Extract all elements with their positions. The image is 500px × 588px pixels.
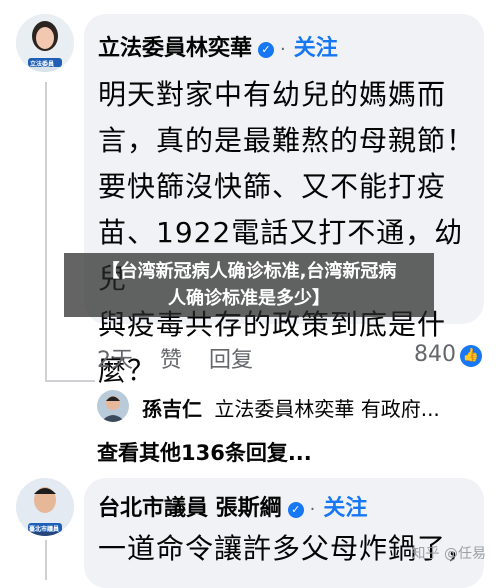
author-name[interactable]: 立法委員林奕華 bbox=[98, 36, 252, 61]
author-name[interactable]: 台北市議員 張斯綱 bbox=[98, 496, 282, 521]
thumbs-up-icon: 👍 bbox=[460, 345, 482, 367]
avatar[interactable]: 臺北市議員 bbox=[16, 478, 74, 536]
watermark: 知乎 @任易 bbox=[411, 546, 486, 562]
follow-button[interactable]: 关注 bbox=[294, 36, 338, 61]
reply-avatar[interactable] bbox=[97, 390, 129, 422]
comment-actions: 2天 赞 回复 bbox=[97, 342, 273, 374]
reply-preview[interactable]: 孫吉仁 立法委員林奕華 有政府... bbox=[142, 393, 440, 422]
avatar-badge-label: 臺北市議員 bbox=[29, 526, 60, 533]
comment-line: 明天對家中有幼兒的媽媽而 bbox=[98, 78, 447, 111]
comment-line: 言，真的是最難熬的母親節！ bbox=[98, 124, 476, 157]
verified-badge-icon: ✓ bbox=[287, 502, 304, 518]
reaction-count-value: 840 bbox=[414, 342, 456, 367]
avatar-badge-label: 立法委員 bbox=[30, 61, 55, 68]
thread-branch bbox=[45, 380, 95, 382]
separator-dot: · bbox=[280, 39, 286, 60]
comment-bubble: 台北市議員 張斯綱 ✓ · 关注 一道命令讓許多父母炸鍋了， bbox=[84, 478, 484, 588]
like-button[interactable]: 赞 bbox=[160, 348, 182, 373]
overlay-title-line: 人确诊标准是多少】 bbox=[168, 288, 330, 309]
timestamp: 2天 bbox=[97, 348, 133, 373]
follow-button[interactable]: 关注 bbox=[323, 496, 367, 521]
reply-button[interactable]: 回复 bbox=[209, 348, 253, 373]
reaction-count[interactable]: 840 👍 bbox=[414, 342, 482, 367]
separator-dot: · bbox=[309, 499, 316, 520]
avatar[interactable]: 立法委員 bbox=[16, 14, 74, 72]
thread-line bbox=[45, 540, 47, 580]
overlay-title-line: 【台湾新冠病人确诊标准,台湾新冠病 bbox=[101, 261, 397, 282]
verified-badge-icon: ✓ bbox=[258, 42, 275, 58]
reply-author: 孫吉仁 bbox=[142, 397, 202, 421]
article-title-overlay: 【台湾新冠病人确诊标准,台湾新冠病 人确诊标准是多少】 bbox=[64, 253, 434, 317]
view-more-replies-link[interactable]: 查看其他136条回复... bbox=[97, 437, 312, 467]
person-avatar-icon bbox=[97, 390, 129, 422]
reply-text: 立法委員林奕華 有政府... bbox=[214, 397, 440, 421]
thread-line bbox=[45, 82, 47, 382]
comment-line: 要快篩沒快篩、又不能打疫 bbox=[98, 170, 447, 203]
